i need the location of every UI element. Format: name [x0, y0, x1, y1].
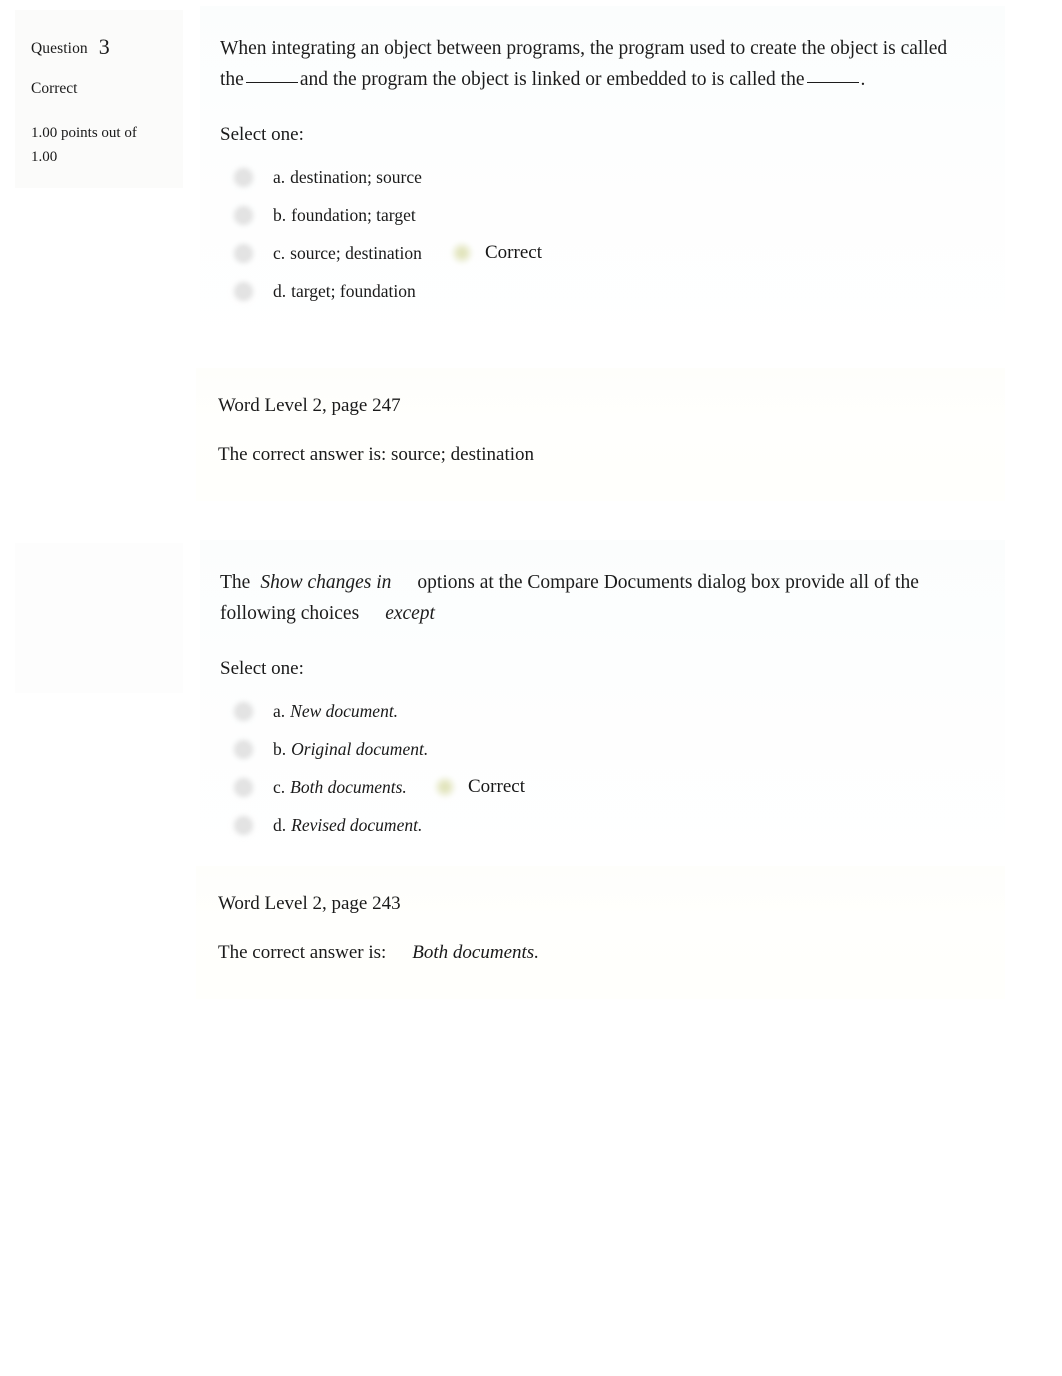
answer-label: d. Revised document.: [273, 815, 422, 836]
answer-letter: c.: [273, 242, 286, 263]
answer-option-a[interactable]: a. destination; source: [220, 158, 971, 196]
radio-button-icon[interactable]: [236, 741, 251, 757]
answer-letter: b.: [273, 204, 287, 225]
stem-italic-2: except: [385, 602, 435, 624]
question-stem-2: The Show changes in options at the Compare…: [220, 568, 971, 630]
answer-text: Revised document.: [291, 814, 423, 835]
check-correct-icon: [435, 777, 455, 798]
feedback-answer-1: The correct answer is: source; destinati…: [218, 443, 975, 468]
feedback-reference-2: Word Level 2, page 243: [218, 893, 401, 914]
feedback-answer-italic: Both documents.: [412, 941, 539, 963]
check-correct-icon: [452, 243, 472, 264]
answer-label: c. Both documents.: [273, 777, 407, 798]
blank-line-2: [806, 81, 859, 83]
answer-option-b[interactable]: b. foundation; target: [220, 196, 971, 234]
stem-part-2: and the program the object is linked or …: [299, 68, 805, 90]
correct-label: Correct: [468, 776, 525, 798]
feedback-answer-prefix: The correct answer is:: [218, 941, 387, 963]
answer-label: c. source; destination: [273, 243, 422, 264]
radio-button-icon[interactable]: [236, 169, 251, 185]
radio-button-icon[interactable]: [236, 703, 251, 719]
answer-text: New document.: [290, 700, 399, 721]
answer-text: Original document.: [291, 738, 429, 759]
question-panel-2: The Show changes in options at the Compare…: [200, 540, 1005, 875]
answer-text: source; destination: [290, 242, 422, 263]
answer-letter: b.: [273, 738, 287, 759]
answer-option-d[interactable]: d. Revised document.: [220, 806, 971, 844]
feedback-reference-1: Word Level 2, page 247: [218, 395, 401, 416]
answer-text: destination; source: [290, 166, 422, 187]
answer-label: b. foundation; target: [273, 205, 416, 226]
answer-option-b[interactable]: b. Original document.: [220, 730, 971, 768]
question-number: 3: [98, 34, 110, 59]
answer-list-2: a. New document. b. Original document. c. B…: [220, 692, 971, 844]
answer-letter: d.: [273, 814, 287, 835]
answer-option-c[interactable]: c. Both documents. Correct: [220, 768, 971, 806]
radio-button-icon[interactable]: [236, 283, 251, 299]
feedback-panel-1: Word Level 2, page 247 The correct answe…: [196, 368, 1005, 502]
answer-letter: a.: [273, 166, 286, 187]
answer-text: Both documents.: [290, 776, 407, 797]
answer-text: target; foundation: [291, 280, 416, 301]
feedback-answer-2: The correct answer is: Both documents.: [218, 941, 975, 966]
stem-part-3: .: [860, 68, 866, 90]
answer-letter: d.: [273, 280, 287, 301]
question-label: Question: [31, 40, 88, 57]
radio-button-icon[interactable]: [236, 245, 251, 261]
answer-letter: c.: [273, 776, 286, 797]
answer-letter: a.: [273, 700, 286, 721]
answer-label: d. target; foundation: [273, 281, 416, 302]
question-state: Correct: [31, 80, 78, 97]
blank-line-1: [245, 81, 298, 83]
feedback-answer-prefix: The correct answer is: source; destinati…: [218, 443, 535, 465]
answer-option-d[interactable]: d. target; foundation: [220, 272, 971, 310]
stem-lead: The: [220, 572, 251, 593]
correct-flag: Correct: [452, 242, 542, 264]
correct-flag: Correct: [435, 776, 525, 798]
answer-label: a. New document.: [273, 701, 398, 722]
radio-button-icon[interactable]: [236, 207, 251, 223]
feedback-panel-2: Word Level 2, page 243 The correct answe…: [196, 866, 1005, 1000]
answer-text: foundation; target: [291, 204, 416, 225]
question-grade: 1.00 points out of 1.00: [31, 125, 137, 166]
question-number-line: [31, 569, 167, 591]
answer-label: b. Original document.: [273, 739, 428, 760]
select-one-label-1: Select one:: [220, 123, 304, 145]
question-info-box-1: Question 3 Correct 1.00 points out of 1.0…: [15, 10, 183, 188]
select-one-label-2: Select one:: [220, 657, 304, 679]
question-number-line: Question 3: [31, 36, 167, 58]
correct-label: Correct: [485, 242, 542, 264]
answer-option-a[interactable]: a. New document.: [220, 692, 971, 730]
question-panel-1: When integrating an object between progr…: [200, 6, 1005, 356]
question-info-box-2: [15, 543, 183, 693]
answer-option-c[interactable]: c. source; destination Correct: [220, 234, 971, 272]
stem-italic-1: Show changes in: [260, 572, 392, 593]
answer-list-1: a. destination; source b. foundation; targ…: [220, 158, 971, 310]
answer-label: a. destination; source: [273, 167, 422, 188]
radio-button-icon[interactable]: [236, 779, 251, 795]
question-stem-1: When integrating an object between progr…: [220, 34, 971, 96]
radio-button-icon[interactable]: [236, 817, 251, 833]
